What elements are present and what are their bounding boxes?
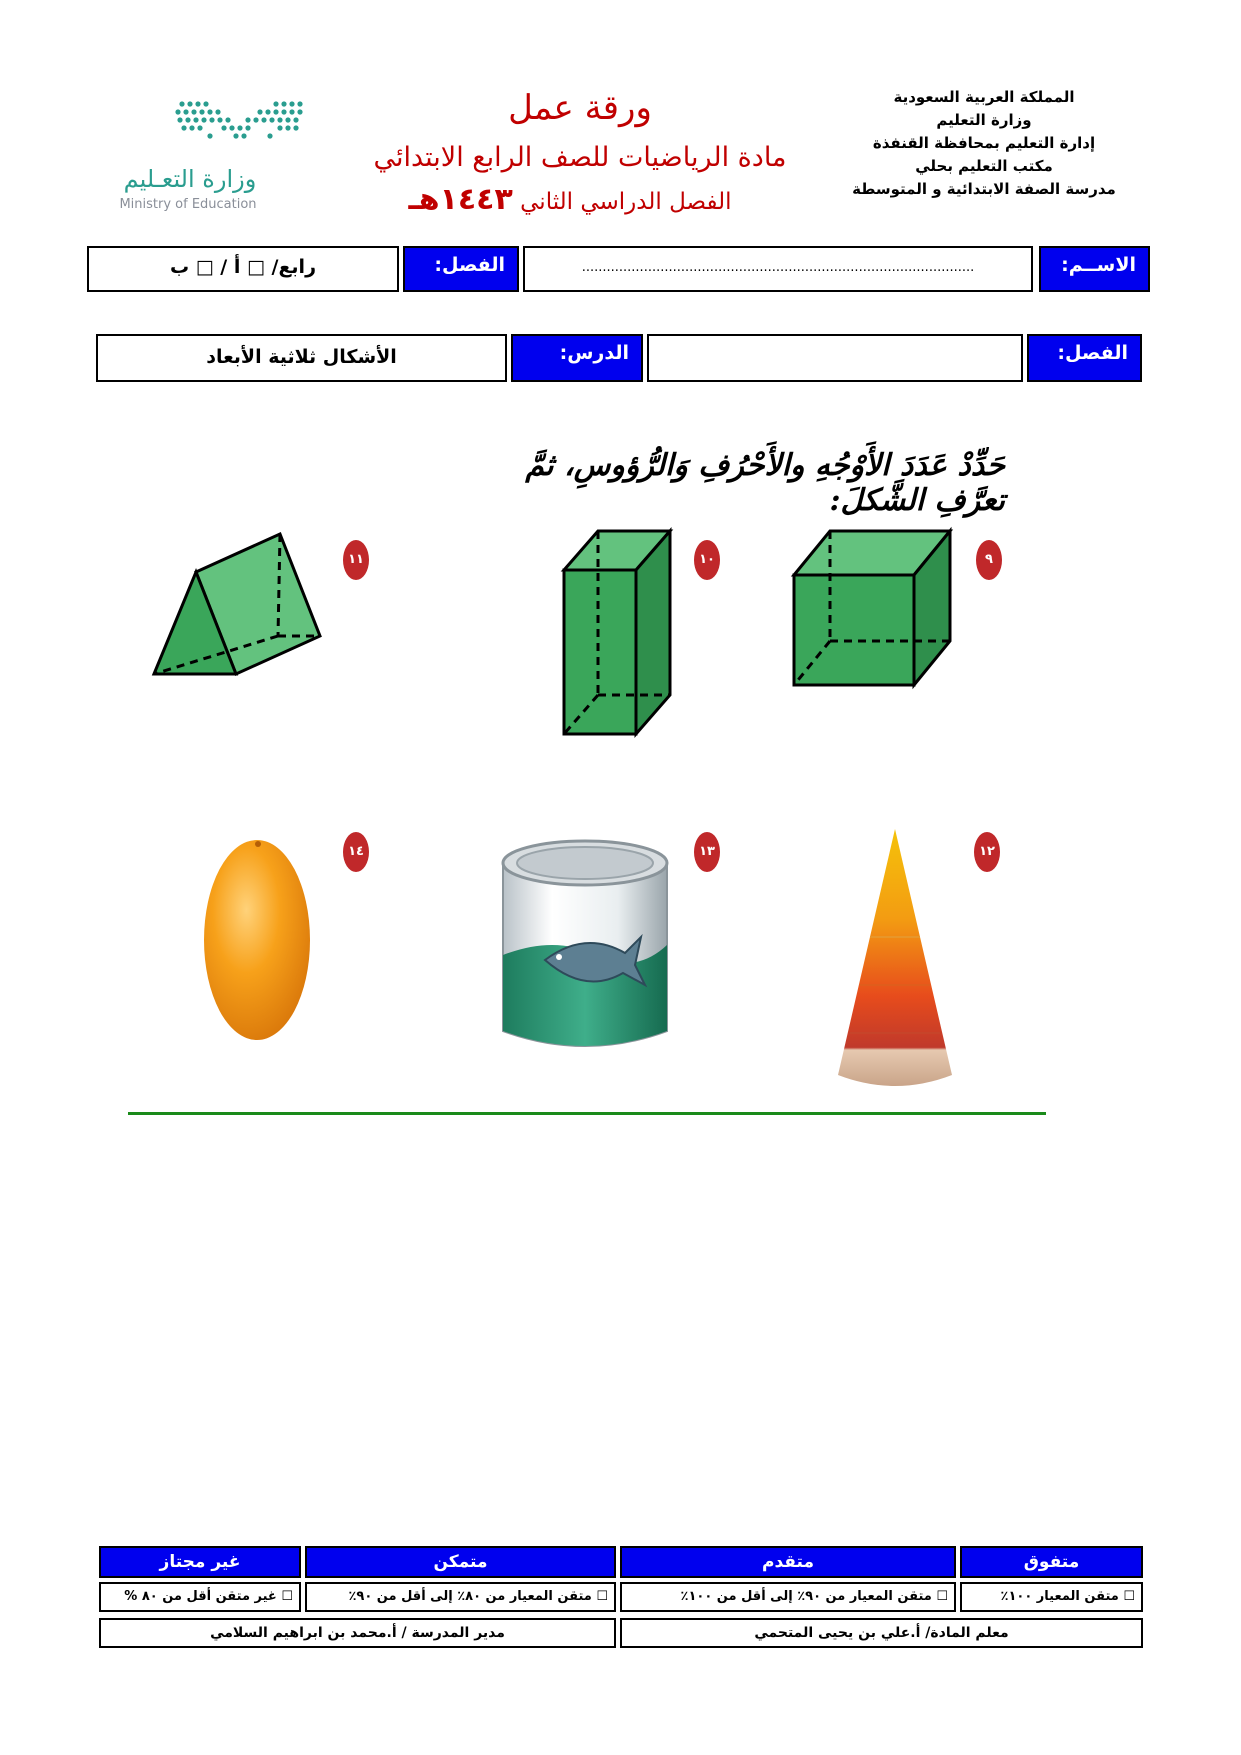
- logo-arabic-text: وزارة التعـليم: [123, 165, 257, 193]
- header-line-2: وزارة التعليم: [936, 111, 1032, 129]
- name-dots: ........................................…: [581, 260, 975, 275]
- ministry-header: المملكة العربية السعودية وزارة التعليم إ…: [819, 86, 1149, 201]
- cylinder-can-icon: [501, 839, 669, 1047]
- teacher-signature: معلم المادة/ أ.علي بن يحيى المتحمي: [620, 1618, 1143, 1648]
- worksheet-title: ورقة عمل: [508, 88, 652, 128]
- term-line: الفصل الدراسي الثاني ١٤٤٣هـ: [360, 182, 780, 217]
- name-label: الاســم:: [1039, 246, 1150, 292]
- problem-number-14: ١٤: [343, 832, 369, 872]
- header-line-3: إدارة التعليم بمحافظة القنفذة: [872, 134, 1096, 152]
- rubric-criterion-advanced[interactable]: ☐ متقن المعيار من ٩٠٪ إلى أقل من ١٠٠٪: [620, 1582, 956, 1612]
- class-choice-field[interactable]: رابع/ □ أ / □ ب: [87, 246, 399, 292]
- rubric-criterion-proficient[interactable]: ☐ متقن المعيار من ٨٠٪ إلى أقل من ٩٠٪: [305, 1582, 616, 1612]
- rubric-header-advanced: متقدم: [620, 1546, 956, 1578]
- problem-number-9: ٩: [976, 540, 1002, 580]
- lesson-label: الدرس:: [511, 334, 643, 382]
- lesson-field: الأشكال ثلاثية الأبعاد: [96, 334, 507, 382]
- cube-icon: [790, 526, 954, 690]
- class-label-2: الفصل:: [1027, 334, 1142, 382]
- name-field[interactable]: ........................................…: [523, 246, 1033, 292]
- class-label: الفصل:: [403, 246, 519, 292]
- problem-number-13: ١٣: [694, 832, 720, 872]
- header-line-5: مدرسة الصفة الابتدائية و المتوسطة: [852, 180, 1116, 198]
- principal-signature: مدير المدرسة / أ.محمد بن ابراهيم السلامي: [99, 1618, 616, 1648]
- header-line-4: مكتب التعليم بحلي: [915, 157, 1053, 175]
- term-text: الفصل الدراسي الثاني: [520, 189, 732, 215]
- problem-number-10: ١٠: [694, 540, 720, 580]
- instruction-text: حَدِّدْ عَدَدَ الأَوْجُهِ والأَحْرُفِ وَ…: [525, 448, 1005, 518]
- cone-icon: [838, 829, 952, 1086]
- class-choice-text: رابع/ □ أ / □ ب: [169, 256, 317, 278]
- year-text: ١٤٤٣هـ: [408, 182, 513, 217]
- lesson-title: الأشكال ثلاثية الأبعاد: [206, 346, 397, 368]
- rubric-header-proficient: متمكن: [305, 1546, 616, 1578]
- section-divider: [128, 1112, 1046, 1115]
- triangular-prism-icon: [151, 531, 322, 677]
- problem-number-11: ١١: [343, 540, 369, 580]
- sphere-orange-icon: [204, 840, 310, 1040]
- header-line-1: المملكة العربية السعودية: [893, 88, 1075, 106]
- problem-number-12: ١٢: [974, 832, 1000, 872]
- class-field-2[interactable]: [647, 334, 1023, 382]
- subject-line: مادة الرياضيات للصف الرابع الابتدائي: [373, 142, 787, 173]
- rectangular-prism-icon: [560, 526, 674, 739]
- logo-english-text: Ministry of Education: [119, 197, 257, 212]
- rubric-header-not-passed: غير مجتاز: [99, 1546, 301, 1578]
- rubric-criterion-excellent[interactable]: ☐ متقن المعيار ١٠٠٪: [960, 1582, 1143, 1612]
- rubric-criterion-not-passed[interactable]: ☐ غير متقن أقل من ٨٠ %: [99, 1582, 301, 1612]
- rubric-header-excellent: متفوق: [960, 1546, 1143, 1578]
